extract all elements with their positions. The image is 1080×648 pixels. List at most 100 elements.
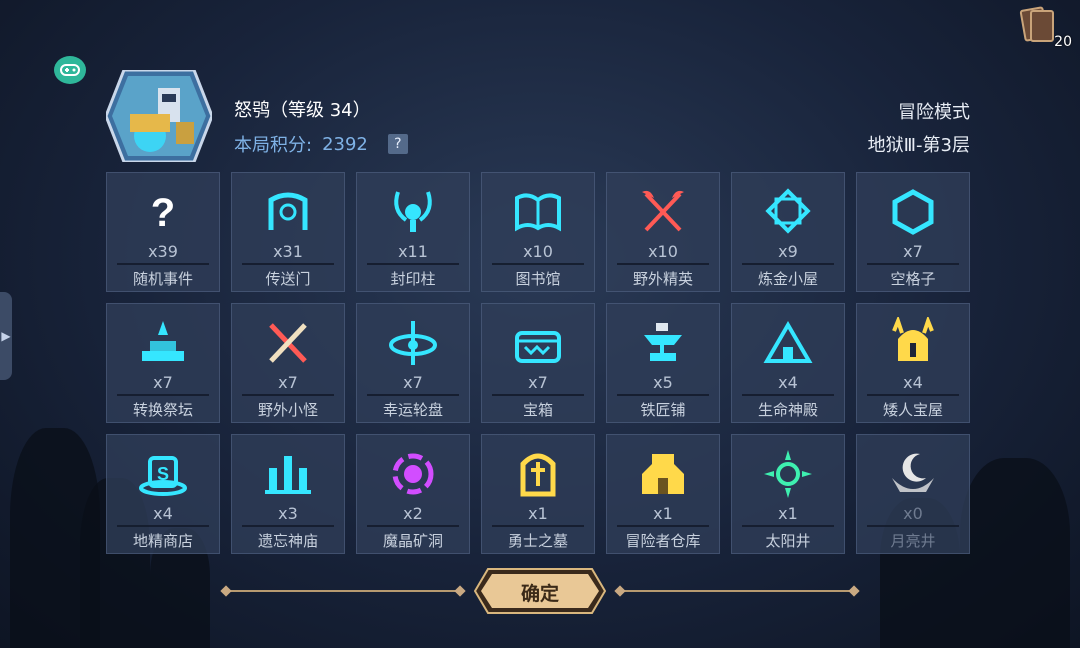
warehouse-icon [635,447,691,499]
tile-divider [742,525,834,527]
tile-label: 空格子 [890,270,936,288]
tile-divider [492,525,584,527]
map-tile[interactable]: ? x39 随机事件 [106,172,220,292]
tile-label: 冒险者仓库 [625,532,701,550]
map-tile-grid: ? x39 随机事件 x31 传送门 x11 封印柱 x10 图书馆 x10 野外精英 x9 炼金小屋 x… [106,172,970,554]
tile-count: x4 [778,373,798,392]
tile-divider [617,394,709,396]
floor-level: 地狱Ⅲ-第3层 [867,135,970,156]
tile-divider [367,394,459,396]
map-tile[interactable]: x4 生命神殿 [731,303,845,423]
chest-icon [510,316,566,368]
tile-label: 封印柱 [390,270,436,288]
score-label: 本局积分: [234,135,313,156]
tile-count: x3 [278,504,298,523]
divider-right [620,590,854,592]
map-tile[interactable]: x31 传送门 [231,172,345,292]
tile-divider [242,394,334,396]
tile-label: 生命神殿 [757,401,818,419]
tile-divider [117,263,209,265]
map-tile[interactable]: Sx4 地精商店 [106,434,220,554]
tile-label: 勇士之墓 [507,532,568,550]
map-tile[interactable]: x11 封印柱 [356,172,470,292]
map-tile[interactable]: x9 炼金小屋 [731,172,845,292]
tile-label: 太阳井 [765,532,811,550]
tile-count: x1 [528,504,548,523]
tile-count: x7 [903,242,923,261]
card-deck-icon[interactable]: 20 [1019,6,1072,50]
divider-ornament [454,585,466,597]
tile-divider [242,525,334,527]
map-tile[interactable]: x10 野外精英 [606,172,720,292]
tile-count: x7 [403,373,423,392]
temple-icon [760,316,816,368]
tile-count: x5 [653,373,673,392]
map-tile[interactable]: x1 太阳井 [731,434,845,554]
tile-count: x1 [778,504,798,523]
map-tile[interactable]: x4 矮人宝屋 [856,303,970,423]
crossed-swords-icon [260,316,316,368]
tile-label: 铁匠铺 [640,401,686,419]
divider-ornament [848,585,860,597]
map-tile[interactable]: x10 图书馆 [481,172,595,292]
alchemy-icon [760,185,816,237]
tile-label: 传送门 [265,270,311,288]
player-avatar [104,68,214,164]
chevron-right-icon: ▶ [1,329,11,343]
confirm-button[interactable]: 确定 [474,568,606,614]
tile-divider [242,263,334,265]
tile-count: x39 [148,242,178,261]
tile-divider [867,263,959,265]
tile-count: x10 [648,242,678,261]
forgotten-temple-icon [260,447,316,499]
tile-count: x7 [278,373,298,392]
map-tile[interactable]: x0 月亮井 [856,434,970,554]
tile-label: 图书馆 [515,270,561,288]
divider-ornament [614,585,626,597]
tile-count: x11 [398,242,428,261]
tile-count: x7 [153,373,173,392]
map-tile[interactable]: x3 遗忘神庙 [231,434,345,554]
player-name-level: 怒鸮（等级 34） [234,100,371,121]
score-row: 本局积分: 2392 ? [234,131,408,157]
crystal-mine-icon [385,447,441,499]
seal-pillar-icon [385,185,441,237]
map-tile[interactable]: x7 空格子 [856,172,970,292]
question-icon: ? [135,185,191,237]
tile-divider [492,394,584,396]
tile-count: x1 [653,504,673,523]
map-tile[interactable]: x5 铁匠铺 [606,303,720,423]
gamepad-icon[interactable] [54,56,86,84]
tile-divider [617,263,709,265]
moon-well-icon [885,447,941,499]
book-icon [510,185,566,237]
svg-text:?: ? [151,191,175,235]
tile-label: 宝箱 [522,401,553,419]
map-tile[interactable]: x2 魔晶矿洞 [356,434,470,554]
side-drawer-tab[interactable]: ▶ [0,292,12,380]
sun-well-icon [760,447,816,499]
map-tile[interactable]: x7 野外小怪 [231,303,345,423]
tile-label: 遗忘神庙 [257,532,318,550]
map-tile[interactable]: x1 勇士之墓 [481,434,595,554]
tile-count: x4 [153,504,173,523]
map-tile[interactable]: x7 宝箱 [481,303,595,423]
tile-divider [117,394,209,396]
map-tile[interactable]: x7 转换祭坛 [106,303,220,423]
dwarf-helmet-icon [885,316,941,368]
tile-count: x7 [528,373,548,392]
score-value: 2392 [322,133,368,155]
wheel-icon [385,316,441,368]
map-tile[interactable]: x7 幸运轮盘 [356,303,470,423]
tile-divider [367,263,459,265]
tile-label: 地精商店 [132,532,193,550]
tile-count: x0 [903,504,923,523]
tile-label: 野外小怪 [257,401,318,419]
help-icon[interactable]: ? [387,134,408,154]
map-tile[interactable]: x1 冒险者仓库 [606,434,720,554]
hexagon-icon [885,185,941,237]
tile-divider [117,525,209,527]
tile-label: 魔晶矿洞 [382,532,443,550]
tile-divider [492,263,584,265]
anvil-icon [635,316,691,368]
